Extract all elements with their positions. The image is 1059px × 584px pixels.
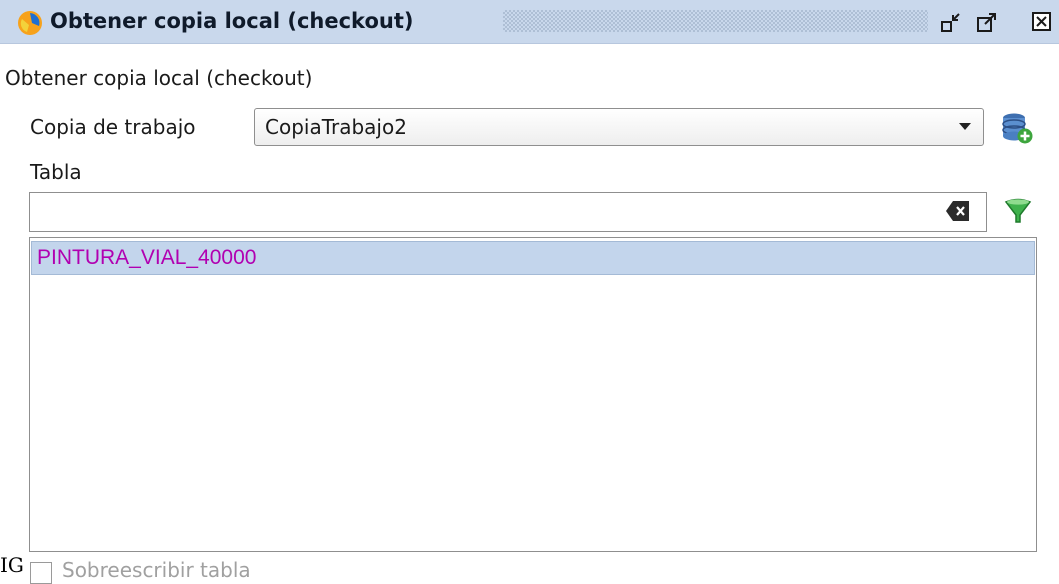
- database-add-icon[interactable]: [1000, 111, 1034, 145]
- maximize-icon[interactable]: [976, 11, 998, 33]
- window-title: Obtener copia local (checkout): [50, 9, 414, 33]
- table-list[interactable]: PINTURA_VIAL_40000: [29, 237, 1037, 552]
- table-label: Tabla: [30, 160, 82, 184]
- panel-heading: Obtener copia local (checkout): [5, 66, 313, 90]
- overwrite-checkbox[interactable]: [30, 562, 52, 584]
- list-item-label: PINTURA_VIAL_40000: [37, 246, 257, 269]
- clear-input-icon[interactable]: [946, 200, 970, 222]
- working-copy-selected-value: CopiaTrabajo2: [265, 115, 407, 139]
- minimize-icon[interactable]: [940, 11, 962, 33]
- app-logo-icon: [17, 10, 43, 36]
- working-copy-select[interactable]: CopiaTrabajo2: [254, 108, 984, 146]
- table-filter-input[interactable]: [29, 192, 987, 232]
- overwrite-checkbox-label: Sobreescribir tabla: [62, 558, 251, 582]
- working-copy-label: Copia de trabajo: [30, 115, 196, 139]
- clipped-text: IG: [0, 553, 24, 577]
- close-icon[interactable]: [1031, 11, 1053, 33]
- list-item[interactable]: PINTURA_VIAL_40000: [31, 241, 1035, 275]
- title-bar[interactable]: Obtener copia local (checkout): [0, 0, 1059, 44]
- title-bar-texture: [503, 10, 928, 32]
- filter-funnel-icon[interactable]: [1003, 196, 1033, 226]
- chevron-down-icon[interactable]: [959, 123, 971, 130]
